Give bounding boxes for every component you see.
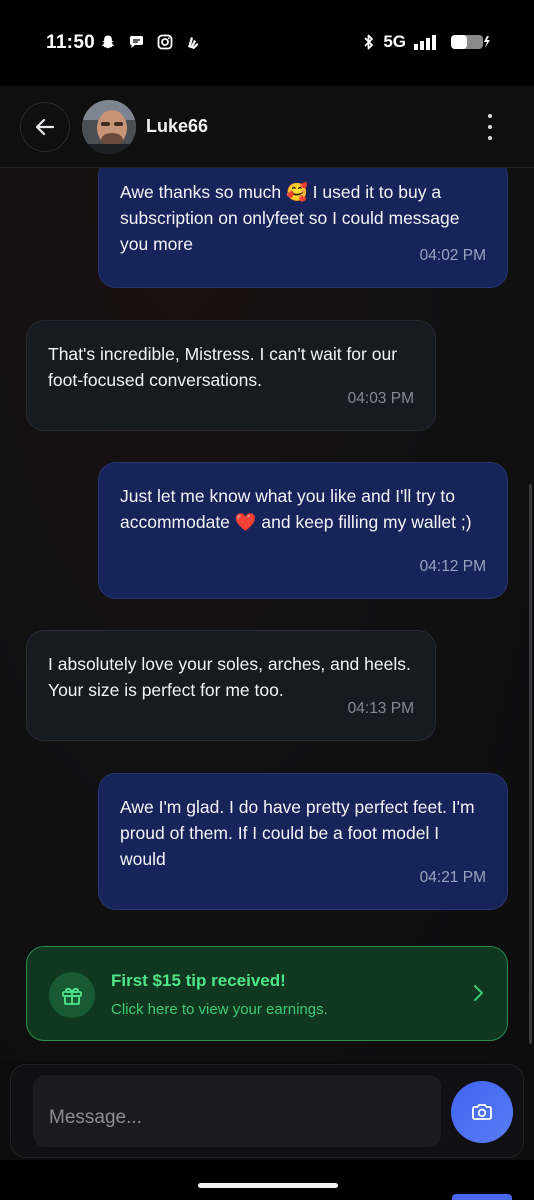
status-time: 11:50 — [46, 32, 96, 53]
home-indicator[interactable] — [198, 1183, 338, 1188]
status-left-icons — [100, 34, 201, 50]
more-vertical-icon[interactable] — [478, 114, 502, 140]
chat-icon — [130, 36, 143, 48]
notification-icon — [188, 37, 199, 49]
partial-button — [452, 1194, 512, 1200]
arrow-left-icon — [35, 118, 55, 136]
message-list[interactable]: Awe thanks so much 🥰 I used it to buy a … — [0, 168, 534, 1062]
avatar[interactable] — [82, 100, 136, 154]
avatar-image — [82, 100, 136, 154]
message-text: Awe I'm glad. I do have pretty perfect f… — [120, 797, 475, 869]
message-bubble-outgoing[interactable]: Just let me know what you like and I'll … — [98, 462, 508, 599]
camera-button[interactable] — [451, 1081, 513, 1143]
tip-title: First $15 tip received! — [111, 971, 286, 990]
status-right: 5G — [363, 32, 490, 52]
camera-icon — [472, 1104, 492, 1120]
message-bubble-outgoing[interactable]: Awe thanks so much 🥰 I used it to buy a … — [98, 168, 508, 288]
message-bubble-incoming[interactable]: That's incredible, Mistress. I can't wai… — [26, 320, 436, 431]
message-composer — [10, 1064, 524, 1158]
message-bubble-outgoing[interactable]: Awe I'm glad. I do have pretty perfect f… — [98, 773, 508, 910]
message-time: 04:13 PM — [347, 700, 414, 717]
status-bar: 11:50 5G — [0, 0, 534, 86]
message-time: 04:12 PM — [419, 558, 486, 575]
message-text: Just let me know what you like and I'll … — [120, 486, 472, 532]
instagram-icon — [157, 34, 173, 50]
gift-icon — [49, 972, 95, 1018]
scrollbar[interactable] — [529, 484, 532, 1044]
tip-received-banner[interactable]: First $15 tip received! Click here to vi… — [26, 946, 508, 1041]
contact-name[interactable]: Luke66 — [146, 116, 208, 137]
bluetooth-icon — [364, 34, 374, 50]
chevron-right-icon — [474, 985, 483, 1001]
message-time: 04:02 PM — [419, 247, 486, 264]
snapchat-icon — [101, 35, 115, 49]
battery-charging-icon — [451, 35, 490, 49]
chat-header: Luke66 — [0, 86, 534, 168]
tip-subtitle: Click here to view your earnings. — [111, 1001, 328, 1018]
message-bubble-incoming[interactable]: I absolutely love your soles, arches, an… — [26, 630, 436, 741]
message-time: 04:03 PM — [347, 390, 414, 407]
network-label: 5G — [383, 32, 406, 51]
message-time: 04:21 PM — [419, 869, 486, 886]
back-button[interactable] — [20, 102, 70, 152]
message-input[interactable] — [33, 1075, 441, 1147]
signal-icon — [414, 35, 436, 50]
